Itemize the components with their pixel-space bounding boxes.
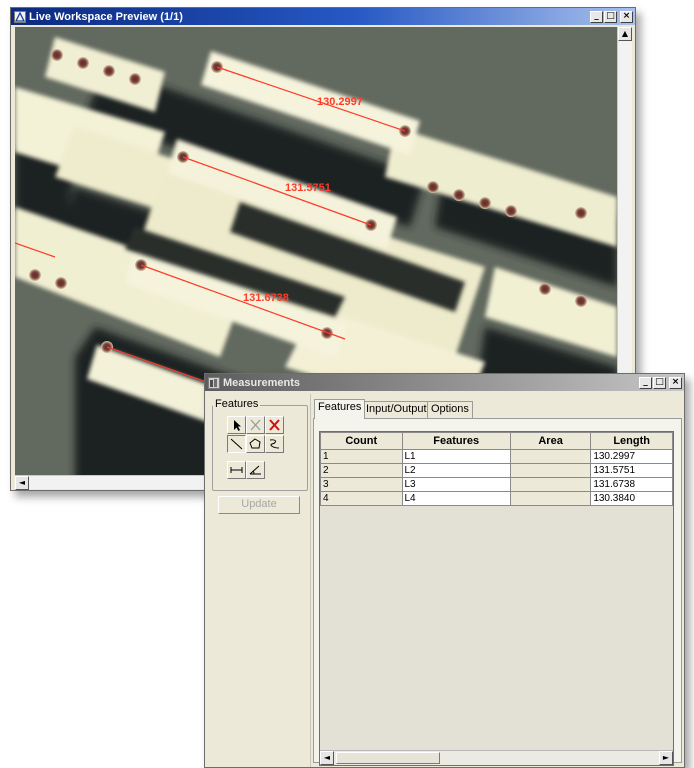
area-cell [509,463,592,478]
measurements-app-icon [208,376,220,389]
maximize-button[interactable]: □ [653,376,666,389]
select-arrow-icon[interactable] [227,416,246,434]
polygon-tool-icon[interactable] [246,435,265,453]
count-cell: 4 [320,491,403,506]
measurements-titlebar[interactable]: Measurements _ □ × [205,374,684,391]
count-cell: 3 [320,477,403,492]
column-header-length[interactable]: Length [590,432,673,450]
table-row[interactable]: 4 L4 130.3840 [320,491,673,506]
count-cell: 1 [320,449,403,464]
caliper-tool-icon[interactable] [227,461,246,479]
features-toolbox [212,405,308,491]
minimize-button[interactable]: _ [639,376,652,389]
length-cell: 131.6738 [590,477,673,492]
preview-title: Live Workspace Preview (1/1) [29,10,183,23]
feature-cell[interactable]: L4 [401,491,511,506]
measurement-label-3: 131.6738 [243,292,289,304]
feature-cell[interactable]: L3 [401,477,511,492]
column-header-features[interactable]: Features [401,432,511,450]
line-tool-icon[interactable] [227,435,246,453]
features-tab-panel: Count Features Area Length 1 L1 130.2997 [313,418,682,766]
feature-cell[interactable]: L2 [401,463,511,478]
table-horizontal-scrollbar[interactable]: ◄ ► [320,750,673,765]
update-button[interactable]: Update [218,496,300,514]
preview-titlebar[interactable]: Live Workspace Preview (1/1) _ □ × [11,8,635,25]
count-cell: 2 [320,463,403,478]
column-header-area[interactable]: Area [509,432,592,450]
feature-cell[interactable]: L1 [401,449,511,464]
tab-input-output[interactable]: Input/Output [362,401,431,418]
freehand-tool-icon[interactable] [265,435,284,453]
measurement-label-1: 130.2997 [317,96,363,108]
scrollbar-thumb[interactable] [336,752,440,764]
table-row[interactable]: 2 L2 131.5751 [320,463,673,478]
close-button[interactable]: × [669,376,682,389]
column-header-count[interactable]: Count [320,432,403,450]
angle-tool-icon[interactable] [246,461,265,479]
measurement-label-2: 131.5751 [285,182,331,194]
app-icon [14,10,26,23]
delete-all-icon[interactable] [265,416,284,434]
tab-features[interactable]: Features [314,399,366,419]
length-cell: 131.5751 [590,463,673,478]
table-row[interactable]: 3 L3 131.6738 [320,477,673,492]
table-row[interactable]: 1 L1 130.2997 [320,449,673,464]
measurements-table[interactable]: Count Features Area Length 1 L1 130.2997 [319,431,674,766]
panel-divider [310,394,311,767]
scroll-left-button[interactable]: ◄ [320,751,334,765]
scroll-up-button[interactable]: ▲ [618,27,632,41]
area-cell [509,449,592,464]
scroll-right-button[interactable]: ► [659,751,673,765]
length-cell: 130.2997 [590,449,673,464]
scroll-left-button[interactable]: ◄ [15,476,29,490]
features-group-label: Features [213,398,261,410]
tab-options[interactable]: Options [427,401,473,418]
maximize-button[interactable]: □ [604,10,617,23]
close-button[interactable]: × [620,10,633,23]
minimize-button[interactable]: _ [590,10,603,23]
measurements-title: Measurements [223,376,301,389]
measurements-window: Measurements _ □ × Features Update Featu… [204,373,685,768]
area-cell [509,491,592,506]
area-cell [509,477,592,492]
length-cell: 130.3840 [590,491,673,506]
delete-icon[interactable] [246,416,265,434]
